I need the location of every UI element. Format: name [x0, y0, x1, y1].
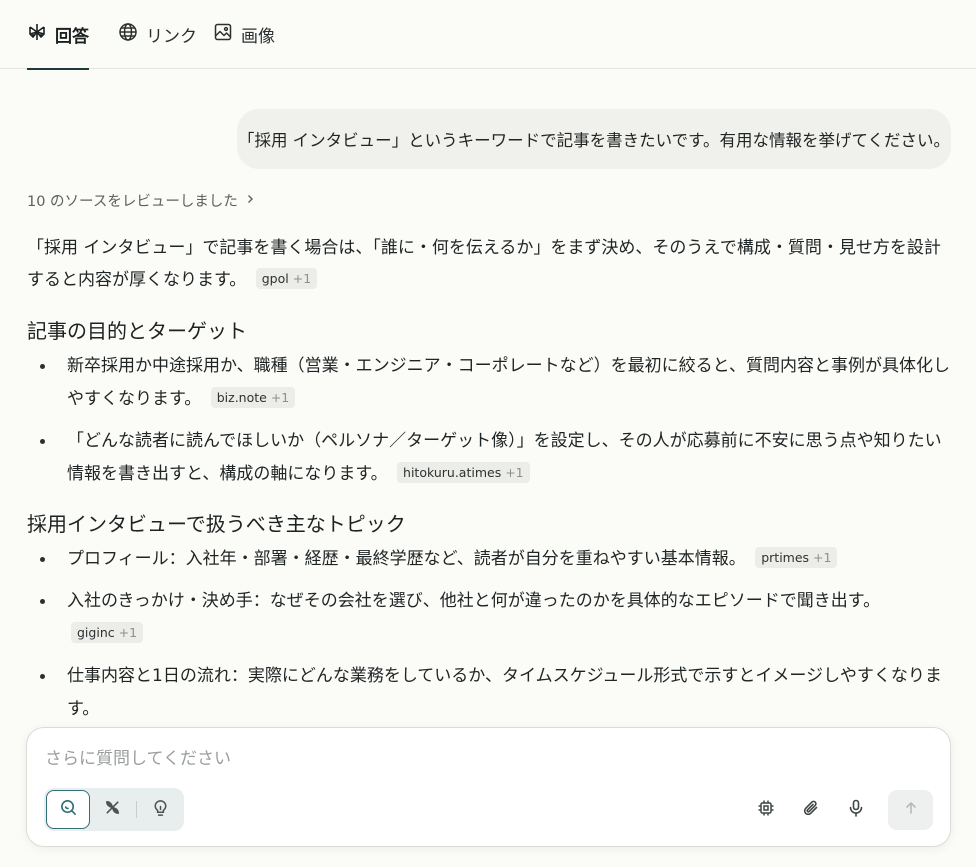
citation-extra: +1: [270, 390, 290, 405]
citation-source: hitokuru.atimes: [403, 465, 502, 480]
section-heading: 採用インタビューで扱うべき主なトピック: [27, 512, 406, 536]
list-item: 入社のきっかけ・決め手：なぜその会社を選び、他社と何が違ったのかを具体的なエピソ…: [27, 585, 952, 651]
tab-answer[interactable]: 回答: [27, 0, 89, 70]
lightbulb-icon: [151, 798, 170, 821]
tab-links-label: リンク: [146, 27, 197, 47]
citation-extra: +1: [505, 465, 524, 480]
follow-up-input[interactable]: さらに質問してください: [45, 744, 231, 769]
citation-extra: +1: [118, 625, 138, 640]
attach-button[interactable]: [799, 798, 823, 822]
follow-up-composer[interactable]: さらに質問してください: [26, 727, 951, 847]
tab-images-label: 画像: [241, 27, 275, 47]
research-mode-button[interactable]: [90, 790, 134, 829]
citation-badge[interactable]: hitokuru.atimes +1: [397, 462, 530, 483]
citation-source: prtimes: [761, 550, 810, 565]
citation-badge[interactable]: gpol +1: [255, 268, 318, 289]
answer-intro: 「採用 インタビュー」で記事を書く場合は、「誰に・何を伝えるか」をまず決め、その…: [27, 232, 952, 296]
image-icon: [213, 22, 233, 47]
voice-input-button[interactable]: [844, 798, 868, 822]
citation-source: gpol: [261, 271, 289, 286]
sources-reviewed-link[interactable]: 10 のソースをレビューしました: [27, 190, 256, 211]
list-item-text: 仕事内容と1日の流れ：実際にどんな業務をしているか、タイムスケジュール形式で示す…: [67, 666, 942, 719]
citation-source: biz.note: [216, 390, 267, 405]
list-item-text: プロフィール：入社年・部署・経歴・最終学歴など、読者が自分を重ねやすい基本情報。: [67, 549, 746, 569]
tab-answer-label: 回答: [55, 27, 89, 47]
sources-reviewed-label: 10 のソースをレビューしました: [27, 194, 238, 210]
model-select-button[interactable]: [754, 798, 778, 822]
chevron-right-icon: [244, 193, 256, 209]
list-item-text: 入社のきっかけ・決め手：なぜその会社を選び、他社と何が違ったのかを具体的なエピソ…: [67, 591, 881, 611]
mode-selector: [44, 788, 184, 831]
arrow-up-icon: [903, 800, 919, 820]
citation-badge[interactable]: prtimes +1: [755, 547, 838, 568]
list-item: プロフィール：入社年・部署・経歴・最終学歴など、読者が自分を重ねやすい基本情報。…: [27, 543, 952, 576]
citation-badge[interactable]: giginc +1: [71, 622, 144, 643]
answer-intro-text: 「採用 インタビュー」で記事を書く場合は、「誰に・何を伝えるか」をまず決め、その…: [27, 238, 941, 290]
list-item-text: 新卒採用か中途採用か、職種（営業・エンジニア・コーポレートなど）を最初に絞ると、…: [67, 356, 950, 409]
search-mode-button[interactable]: [46, 790, 90, 829]
search-icon: [59, 798, 78, 821]
answer-body: 「採用 インタビュー」で記事を書く場合は、「誰に・何を伝えるか」をまず決め、その…: [27, 232, 952, 726]
chip-icon: [756, 798, 776, 822]
section-heading: 記事の目的とターゲット: [27, 319, 247, 343]
globe-icon: [118, 22, 138, 47]
citation-badge[interactable]: biz.note +1: [210, 387, 296, 408]
paperclip-icon: [801, 798, 821, 822]
user-message-text: 「採用 インタビュー」というキーワードで記事を書きたいです。有用な情報を挙げてく…: [237, 131, 951, 150]
list-item: 新卒採用か中途採用か、職種（営業・エンジニア・コーポレートなど）を最初に絞ると、…: [27, 350, 952, 416]
microphone-icon: [846, 798, 866, 822]
send-button[interactable]: [888, 790, 933, 830]
citation-source: giginc: [77, 625, 115, 640]
mode-divider: [136, 801, 137, 818]
user-message-bubble: 「採用 インタビュー」というキーワードで記事を書きたいです。有用な情報を挙げてく…: [237, 109, 951, 169]
list-item: 「どんな読者に読んでほしいか（ペルソナ／ターゲット像）」を設定し、その人が応募前…: [27, 425, 952, 491]
tab-links[interactable]: リンク: [118, 0, 197, 69]
research-icon: [103, 798, 122, 821]
tab-images[interactable]: 画像: [213, 0, 275, 69]
section-list: プロフィール：入社年・部署・経歴・最終学歴など、読者が自分を重ねやすい基本情報。…: [27, 543, 952, 726]
perplexity-logo-icon: [27, 22, 47, 47]
citation-extra: +1: [813, 550, 832, 565]
section-list: 新卒採用か中途採用か、職種（営業・エンジニア・コーポレートなど）を最初に絞ると、…: [27, 350, 952, 491]
answer-tabs: 回答 リンク 画像: [0, 0, 976, 70]
citation-extra: +1: [292, 271, 312, 286]
labs-mode-button[interactable]: [140, 790, 180, 829]
